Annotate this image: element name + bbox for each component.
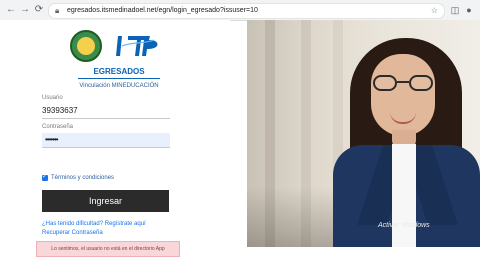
register-link[interactable]: ¿Has tenido dificultad? Regístrate aquí [42,220,146,228]
itp-logo-icon [116,36,158,56]
terms-checkbox[interactable] [42,173,48,181]
address-bar[interactable]: 🔒︎ egresados.itsmedinadoel.net/egn/login… [48,3,445,19]
lock-icon: 🔒︎ [55,6,60,15]
username-label: Usuario [42,95,63,101]
url-text[interactable]: egresados.itsmedinadoel.net/egn/login_eg… [67,6,258,16]
password-input[interactable]: ••••••• [42,133,170,148]
login-panel: EGRESADOS Vinculación MINEDUCACIÓN Usuar… [0,20,230,257]
recover-password-link[interactable]: Recuperar Contraseña [42,229,103,237]
right-lens [409,75,433,91]
left-lens [373,75,397,91]
password-value: ••••••• [45,135,59,144]
forward-icon[interactable]: → [20,4,30,16]
browser-toolbar: ← → ⟳ 🔒︎ egresados.itsmedinadoel.net/egn… [0,0,480,21]
glasses-bridge [397,81,409,83]
error-alert: Lo sentimos, el usuario no está en el di… [36,241,180,257]
password-label: Contraseña [42,124,74,130]
woman-shirt [392,144,416,247]
username-input[interactable]: 39393637 [42,104,170,119]
address-bar-actions: ☆ [430,6,438,15]
seal-logo [70,30,102,62]
seal-emblem [77,37,95,55]
reload-icon[interactable]: ⟳ [34,4,44,16]
back-icon[interactable]: ← [6,4,16,16]
extensions-icon[interactable]: ◫ [450,4,460,16]
terms-link[interactable]: Términos y condiciones [51,173,114,183]
profile-icon[interactable]: ● [464,4,474,16]
windows-activation-watermark: Activar Windows [378,222,430,229]
hero-image [247,20,480,247]
login-button[interactable]: Ingresar [42,190,169,212]
itp-logo [110,32,166,60]
logos [70,30,168,62]
glasses-icon [373,75,433,91]
portal-subtitle: Vinculación MINEDUCACIÓN [79,83,159,89]
portal-title: EGRESADOS [78,66,160,79]
